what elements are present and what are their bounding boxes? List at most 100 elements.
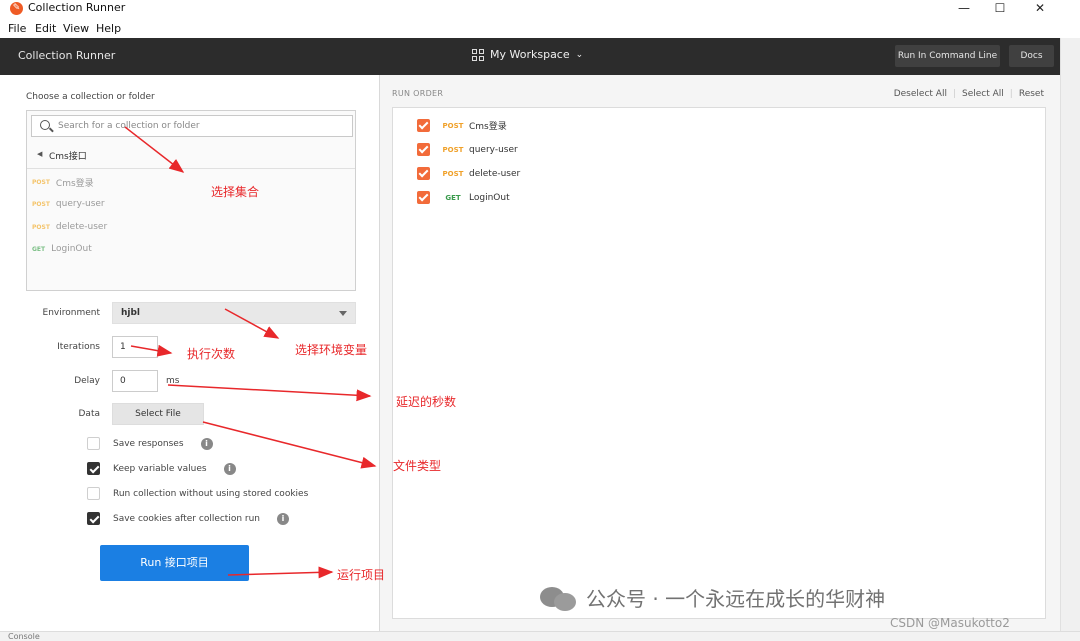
run-collection-button[interactable]: Run 接口项目 — [100, 545, 249, 581]
divider: | — [1009, 89, 1013, 99]
iterations-input[interactable]: 1 — [112, 336, 158, 358]
run-order-panel: RUN ORDER Deselect All | Select All | Re… — [380, 75, 1060, 631]
request-name: LoginOut — [469, 192, 510, 203]
run-order-item[interactable]: POST Cms登录 — [417, 119, 507, 132]
run-order-item[interactable]: POST delete-user — [417, 167, 520, 180]
option-label: Save cookies after collection run — [113, 513, 261, 524]
option-save-responses[interactable]: Save responses i — [87, 437, 213, 450]
checkbox[interactable] — [417, 191, 430, 204]
checkbox[interactable] — [417, 143, 430, 156]
delay-label: Delay — [74, 376, 100, 386]
search-icon — [40, 120, 50, 130]
delay-unit: ms — [166, 376, 180, 386]
checkbox[interactable] — [417, 119, 430, 132]
window-scrollbar[interactable] — [1060, 38, 1080, 631]
run-order-item[interactable]: POST query-user — [417, 143, 518, 156]
reset-link[interactable]: Reset — [1019, 89, 1044, 99]
postman-app-icon: ✎ — [10, 2, 23, 15]
workspace-name: My Workspace — [490, 48, 570, 61]
method-badge: POST — [442, 121, 464, 130]
collection-breadcrumb[interactable]: ◀ Cms接口 — [27, 141, 355, 169]
divider: | — [952, 89, 956, 99]
option-keep-variable-values[interactable]: Keep variable values i — [87, 462, 236, 475]
chevron-down-icon: ⌄ — [575, 49, 584, 60]
request-name: Cms登录 — [55, 179, 94, 189]
menu-help[interactable]: Help — [96, 22, 121, 35]
environment-value: hjbl — [121, 308, 141, 318]
run-order-title: RUN ORDER — [392, 89, 444, 98]
collection-name: Cms接口 — [49, 152, 87, 162]
caret-down-icon — [339, 311, 347, 316]
window-title: Collection Runner — [28, 1, 126, 14]
back-arrow-icon: ◀ — [37, 150, 43, 158]
checkbox[interactable] — [87, 487, 100, 500]
annotation-file-type: 文件类型 — [393, 459, 442, 473]
select-all-link[interactable]: Select All — [962, 89, 1004, 99]
method-badge: POST — [442, 169, 464, 178]
environment-select[interactable]: hjbl — [112, 302, 356, 324]
docs-button[interactable]: Docs — [1009, 45, 1054, 67]
workspace-grid-icon — [472, 48, 484, 61]
annotation-environment: 选择环境变量 — [295, 343, 368, 357]
method-badge: POST — [32, 179, 50, 186]
maximize-button[interactable]: ☐ — [982, 0, 1018, 18]
method-badge: GET — [445, 193, 461, 202]
deselect-all-link[interactable]: Deselect All — [894, 89, 947, 99]
request-name: query-user — [55, 199, 105, 209]
watermark-text: 公众号 · 一个永远在成长的华财神 — [586, 587, 886, 611]
console-toggle[interactable]: Console — [8, 632, 40, 641]
collection-search-input[interactable]: Search for a collection or folder — [31, 115, 353, 137]
checkbox[interactable] — [87, 512, 100, 525]
run-order-list: POST Cms登录 POST query-user POST delete-u… — [392, 107, 1046, 619]
option-label: Run collection without using stored cook… — [113, 488, 309, 499]
checkbox[interactable] — [87, 462, 100, 475]
app-header: Collection Runner My Workspace ⌄ Run In … — [0, 38, 1060, 75]
run-in-command-line-button[interactable]: Run In Command Line — [895, 45, 1000, 67]
annotation-select-collection: 选择集合 — [211, 185, 260, 199]
collection-picker: Search for a collection or folder ◀ Cms接… — [26, 110, 356, 291]
annotation-run: 运行项目 — [337, 568, 386, 582]
run-order-item[interactable]: GET LoginOut — [417, 191, 510, 204]
info-icon[interactable]: i — [200, 437, 213, 450]
checkbox[interactable] — [87, 437, 100, 450]
method-badge: GET — [32, 245, 46, 253]
option-label: Keep variable values — [113, 463, 207, 474]
close-button[interactable]: ✕ — [1022, 0, 1058, 18]
menu-file[interactable]: File — [8, 22, 26, 35]
request-name: delete-user — [469, 168, 521, 179]
wechat-icon — [540, 585, 578, 611]
list-item[interactable]: POST Cms登录 — [32, 176, 94, 189]
checkbox[interactable] — [417, 167, 430, 180]
request-name: query-user — [469, 144, 518, 155]
option-save-cookies[interactable]: Save cookies after collection run i — [87, 512, 290, 525]
menu-bar: File Edit View Help — [0, 20, 1080, 38]
header-title: Collection Runner — [18, 49, 116, 62]
menu-view[interactable]: View — [63, 22, 89, 35]
info-icon[interactable]: i — [223, 462, 236, 475]
list-item[interactable]: POST query-user — [32, 199, 105, 209]
window-titlebar: ✎ Collection Runner — ☐ ✕ — [0, 0, 1080, 18]
csdn-watermark: CSDN @Masukotto2 — [890, 616, 1010, 630]
list-item[interactable]: POST delete-user — [32, 222, 107, 232]
request-name: LoginOut — [51, 244, 92, 254]
delay-input[interactable]: 0 — [112, 370, 158, 392]
run-order-actions: Deselect All | Select All | Reset — [894, 89, 1044, 99]
environment-label: Environment — [42, 308, 100, 318]
annotation-delay: 延迟的秒数 — [396, 395, 457, 409]
request-name: Cms登录 — [469, 122, 507, 132]
list-item[interactable]: GET LoginOut — [32, 244, 92, 254]
select-file-button[interactable]: Select File — [112, 403, 204, 425]
method-badge: POST — [32, 223, 50, 231]
option-no-stored-cookies[interactable]: Run collection without using stored cook… — [87, 487, 308, 500]
method-badge: POST — [442, 145, 464, 154]
menu-edit[interactable]: Edit — [35, 22, 56, 35]
minimize-button[interactable]: — — [946, 0, 982, 18]
wechat-watermark: 公众号 · 一个永远在成长的华财神 — [540, 583, 885, 612]
search-placeholder: Search for a collection or folder — [58, 121, 200, 131]
choose-collection-label: Choose a collection or folder — [26, 92, 155, 102]
workspace-switcher[interactable]: My Workspace ⌄ — [472, 48, 583, 61]
info-icon[interactable]: i — [277, 512, 290, 525]
annotation-iterations: 执行次数 — [187, 347, 236, 361]
option-label: Save responses — [113, 438, 184, 449]
status-bar: Console — [0, 631, 1080, 641]
